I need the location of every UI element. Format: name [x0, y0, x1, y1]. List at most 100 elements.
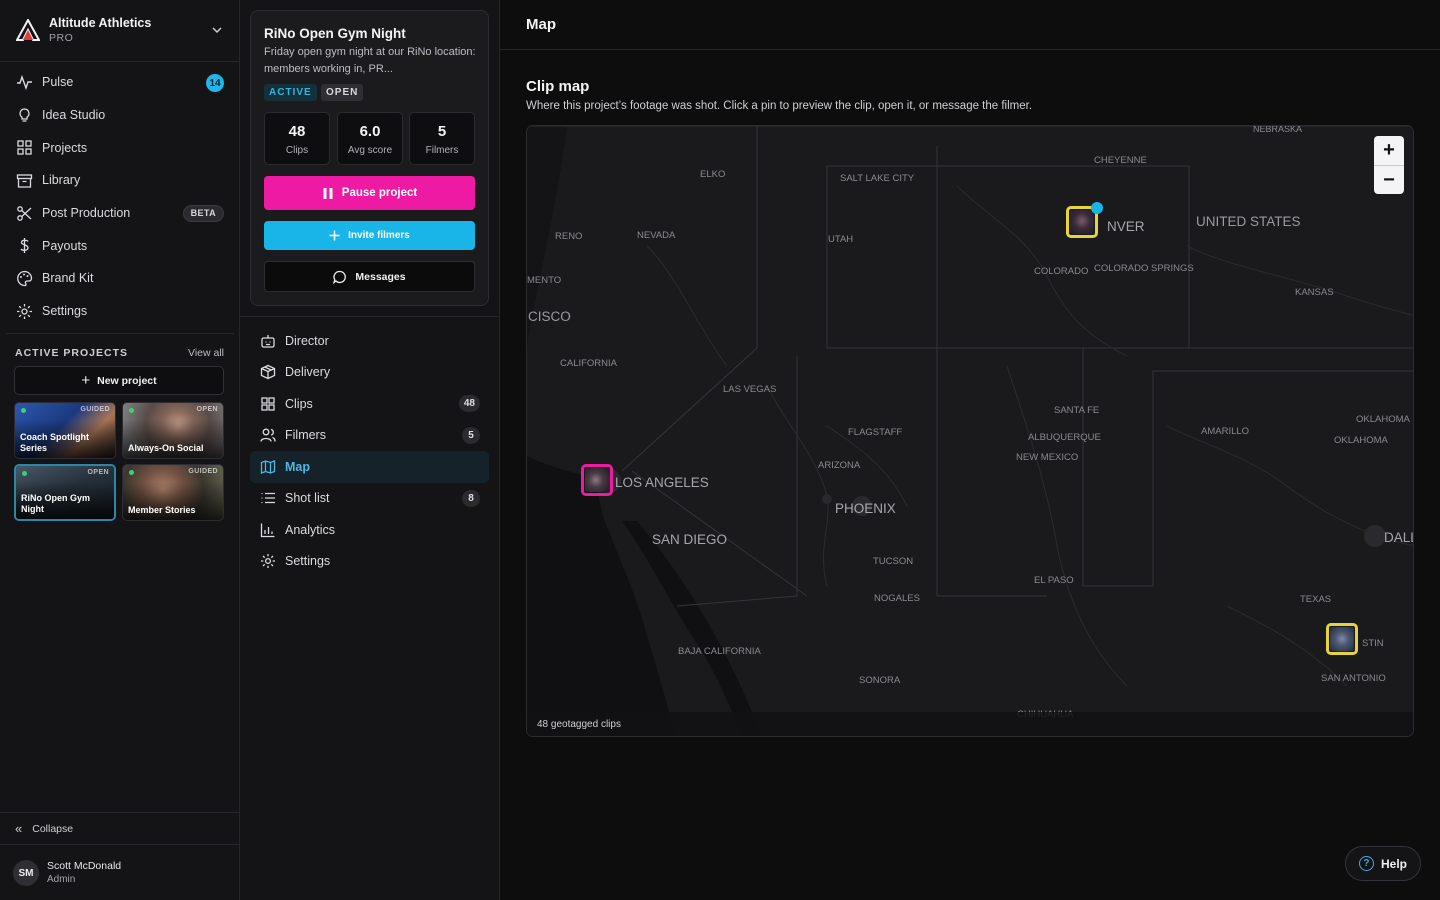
org-name: Altitude Athletics: [49, 16, 152, 30]
map-pin-cluster-dot[interactable]: [1091, 202, 1103, 214]
nav-item-payouts[interactable]: Payouts: [6, 229, 234, 262]
project-thumb-always-on[interactable]: OPEN Always-On Social: [122, 402, 224, 459]
nav-label: Idea Studio: [42, 108, 106, 123]
map-label-cheyenne: CHEYENNE: [1094, 155, 1147, 166]
map-label-nogales: NOGALES: [874, 593, 920, 604]
map-label-san-diego: SAN DIEGO: [652, 532, 727, 547]
nav-item-brand-kit[interactable]: Brand Kit: [6, 262, 234, 295]
map-label-reno: RENO: [555, 231, 582, 242]
plus-icon: +: [81, 372, 91, 389]
main-nav: Pulse 14 Idea Studio Projects Library Po…: [6, 66, 234, 328]
project-nav-settings[interactable]: Settings: [250, 546, 489, 578]
project-nav-analytics[interactable]: Analytics: [250, 514, 489, 546]
stat-filmers: 5 Filmers: [409, 112, 475, 165]
stat-avg-score: 6.0 Avg score: [337, 112, 403, 165]
pause-project-button[interactable]: Pause project: [264, 176, 475, 210]
users-icon: [260, 428, 276, 442]
project-description: Friday open gym night at our RiNo locati…: [264, 46, 476, 75]
collapse-button[interactable]: « Collapse: [0, 812, 240, 845]
header-divider: [500, 49, 1440, 50]
map-pin-los-angeles[interactable]: [581, 464, 613, 496]
project-nav-map[interactable]: Map: [250, 451, 489, 483]
thumb-label: Coach Spotlight Series: [20, 432, 89, 453]
nav-item-post-production[interactable]: Post Production BETA: [6, 197, 234, 230]
org-plan: PRO: [49, 32, 74, 44]
help-button[interactable]: ? Help: [1345, 846, 1421, 881]
nav-label: Projects: [42, 140, 88, 155]
project-nav-shot-list[interactable]: Shot list 8: [250, 483, 489, 515]
map-label-flagstaff: FLAGSTAFF: [848, 427, 902, 438]
user-menu[interactable]: SM Scott McDonald Admin: [0, 846, 240, 900]
project-thumb-rino-open-gym[interactable]: OPEN RiNo Open Gym Night: [14, 464, 116, 521]
nav-label: Brand Kit: [42, 271, 94, 286]
zoom-out-button[interactable]: −: [1374, 166, 1404, 195]
map-label-denver: NVER: [1107, 219, 1145, 234]
view-all-link[interactable]: View all: [188, 347, 224, 359]
thumb-label: Always-On Social: [128, 443, 204, 453]
stat-label: Filmers: [425, 145, 459, 156]
grid-icon: [17, 140, 32, 155]
map-label-colorado: COLORADO: [1034, 266, 1088, 277]
chevron-down-icon[interactable]: [210, 23, 224, 37]
zoom-controls: + −: [1374, 136, 1404, 194]
map-label-utah: UTAH: [828, 234, 853, 245]
nav-item-idea-studio[interactable]: Idea Studio: [6, 99, 234, 132]
active-projects-heading: ACTIVE PROJECTS: [15, 347, 129, 359]
nav-item-settings[interactable]: Settings: [6, 295, 234, 328]
thumb-label: Member Stories: [128, 505, 196, 515]
clip-map[interactable]: NEBRASKA CHEYENNE ELKO SALT LAKE CITY NV…: [526, 125, 1414, 737]
zoom-in-button[interactable]: +: [1374, 136, 1404, 165]
altitude-logo-icon: [16, 19, 40, 41]
map-label-oklahoma-city: OKLAHOMA: [1356, 414, 1411, 425]
org-switcher[interactable]: Altitude Athletics PRO: [0, 0, 240, 62]
gear-icon: [261, 554, 275, 569]
thumb-status: OPEN: [87, 469, 109, 476]
thumb-label: RiNo Open Gym Night: [21, 493, 91, 514]
project-panel: RiNo Open Gym Night Friday open gym nigh…: [240, 0, 500, 900]
user-role: Admin: [47, 874, 76, 885]
invite-filmers-button[interactable]: Invite filmers: [264, 221, 475, 250]
project-nav-label: Filmers: [285, 428, 326, 443]
map-label-las-vegas: LAS VEGAS: [723, 384, 776, 395]
shot-list-count-badge: 8: [462, 489, 480, 507]
project-thumb-member-stories[interactable]: GUIDED Member Stories: [122, 464, 224, 521]
messages-button[interactable]: Messages: [264, 261, 475, 292]
map-label-santa-fe: SANTA FE: [1054, 405, 1099, 416]
new-project-button[interactable]: + New project: [14, 366, 224, 395]
list-icon: [261, 493, 275, 504]
project-thumb-coach-spotlight[interactable]: GUIDED Coach Spotlight Series: [14, 402, 116, 459]
thumb-status: GUIDED: [80, 406, 110, 413]
project-nav-director[interactable]: Director: [250, 325, 489, 357]
divider: [240, 316, 499, 317]
nav-item-pulse[interactable]: Pulse 14: [6, 66, 234, 99]
map-label-salt-lake-city: SALT LAKE CITY: [840, 173, 915, 184]
project-nav-filmers[interactable]: Filmers 5: [250, 420, 489, 452]
nav-item-projects[interactable]: Projects: [6, 131, 234, 164]
nav-label: Post Production: [42, 206, 131, 221]
map-label-dallas: DALL: [1384, 530, 1414, 545]
map-label-oklahoma: OKLAHOMA: [1334, 435, 1389, 446]
section-title: Clip map: [526, 78, 590, 95]
thumb-status: GUIDED: [188, 468, 218, 475]
nav-label: Settings: [42, 304, 88, 319]
project-nav-delivery[interactable]: Delivery: [250, 357, 489, 389]
scissors-icon: [17, 205, 32, 221]
stat-value: 48: [288, 123, 306, 140]
map-label-new-mexico: NEW MEXICO: [1016, 452, 1078, 463]
sidebar: Altitude Athletics PRO Pulse 14 Idea Stu…: [0, 0, 240, 900]
map-pin-austin[interactable]: [1326, 623, 1358, 655]
lightbulb-icon: [19, 107, 30, 122]
geotag-count: 48 geotagged clips: [527, 712, 1413, 736]
map-label-tucson: TUCSON: [873, 556, 913, 567]
nav-item-library[interactable]: Library: [6, 164, 234, 197]
pause-icon: [322, 187, 334, 200]
palette-icon: [17, 270, 33, 287]
map-label-austin: STIN: [1362, 638, 1384, 649]
pin-thumbnail: [585, 468, 609, 492]
project-summary-card: RiNo Open Gym Night Friday open gym nigh…: [250, 10, 489, 306]
thumb-status: OPEN: [196, 406, 218, 413]
project-nav-clips[interactable]: Clips 48: [250, 388, 489, 420]
pin-thumbnail: [1070, 210, 1094, 234]
map-canvas[interactable]: NEBRASKA CHEYENNE ELKO SALT LAKE CITY NV…: [527, 126, 1414, 737]
question-icon: ?: [1358, 856, 1374, 871]
